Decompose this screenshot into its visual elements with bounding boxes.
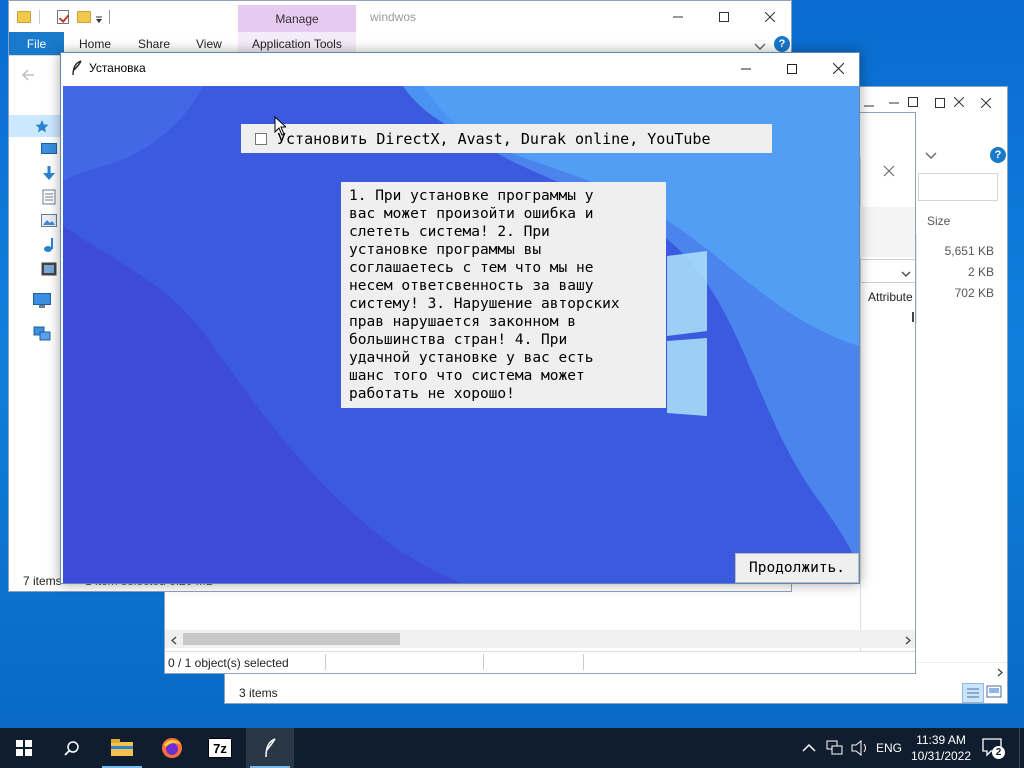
- music-icon[interactable]: [42, 237, 56, 256]
- clock-date: 10/31/2022: [910, 749, 972, 763]
- language-indicator[interactable]: ENG: [876, 741, 902, 755]
- text-cursor: [912, 312, 914, 322]
- divider: [483, 654, 484, 670]
- checkbox-label: Установить DirectX, Avast, Durak online,…: [277, 129, 711, 148]
- close-button[interactable]: [815, 53, 861, 84]
- close-icon[interactable]: [883, 165, 895, 180]
- maximize-icon[interactable]: [908, 96, 918, 110]
- desktop-icon[interactable]: [41, 143, 57, 158]
- horizontal-scrollbar[interactable]: [165, 630, 915, 648]
- title-bar[interactable]: Manage windwos: [9, 1, 791, 32]
- close-button[interactable]: [747, 1, 791, 32]
- panel: [860, 207, 915, 257]
- folder-icon[interactable]: [17, 10, 31, 23]
- help-icon[interactable]: ?: [990, 147, 1006, 163]
- divider: [325, 654, 326, 670]
- size-column-header[interactable]: Size: [927, 214, 950, 228]
- divider: [39, 10, 40, 24]
- window-title: windwos: [370, 10, 417, 24]
- maximize-button[interactable]: [701, 1, 747, 32]
- feather-icon: [71, 60, 83, 79]
- dialog-title: Установка: [89, 61, 146, 75]
- divider: [916, 234, 917, 324]
- status-item-count: 3 items: [239, 686, 278, 700]
- clock-time: 11:39 AM: [916, 733, 966, 747]
- file-explorer-icon: [111, 739, 133, 756]
- new-folder-icon[interactable]: [77, 10, 91, 23]
- customize-toolbar-icon[interactable]: [95, 13, 103, 27]
- chevron-down-icon: [901, 267, 911, 281]
- file-size: 2 KB: [967, 265, 994, 279]
- clock[interactable]: 11:39 AM 10/31/2022: [906, 732, 976, 764]
- start-button[interactable]: [0, 728, 48, 768]
- volume-icon[interactable]: [851, 739, 869, 759]
- search-icon: [64, 741, 79, 756]
- videos-icon[interactable]: [41, 262, 57, 279]
- this-pc-icon[interactable]: [33, 293, 51, 312]
- search-button[interactable]: [48, 728, 96, 768]
- notification-count-badge: 2: [992, 746, 1005, 759]
- dialog-title-bar[interactable]: Установка: [61, 53, 859, 86]
- setup-dialog[interactable]: Установка Установить DirectX, Avast, Dur…: [60, 52, 860, 584]
- documents-icon[interactable]: [42, 189, 56, 208]
- scroll-right-icon[interactable]: [905, 634, 911, 648]
- divider: [583, 654, 584, 670]
- network-tray-icon[interactable]: [826, 740, 844, 759]
- close-icon[interactable]: [953, 96, 965, 110]
- star-icon: [35, 119, 49, 136]
- install-extras-checkbox-row[interactable]: Установить DirectX, Avast, Durak online,…: [241, 124, 772, 153]
- search-input[interactable]: [918, 173, 998, 201]
- dropdown-select[interactable]: [860, 259, 915, 283]
- feather-app-icon: [265, 738, 276, 758]
- taskbar: 7z ENG 11:39 AM 10/31/2022 2: [0, 728, 1024, 768]
- downloads-icon[interactable]: [42, 165, 56, 184]
- tab-file[interactable]: File: [9, 32, 64, 55]
- pictures-icon[interactable]: [41, 214, 57, 230]
- continue-button[interactable]: Продолжить.: [735, 553, 859, 583]
- large-icons-view-icon[interactable]: [986, 685, 1002, 702]
- attribute-column-header[interactable]: Attribute: [868, 290, 913, 304]
- status-item-count: 7 items: [23, 574, 62, 588]
- terms-text: 1. При установке программы у вас может п…: [341, 182, 666, 408]
- minimize-button[interactable]: [655, 1, 701, 32]
- 7zip-icon: 7z: [208, 738, 232, 758]
- quick-access-toolbar: [9, 1, 110, 32]
- minimize-icon[interactable]: [864, 100, 874, 114]
- properties-icon[interactable]: [57, 9, 69, 24]
- divider: [109, 10, 110, 24]
- maximize-button[interactable]: [769, 53, 815, 84]
- mouse-cursor-icon: [274, 115, 288, 139]
- scroll-left-icon[interactable]: [171, 634, 177, 648]
- background-wallpaper: Установить DirectX, Avast, Durak online,…: [63, 86, 859, 583]
- network-icon[interactable]: [33, 326, 51, 345]
- show-hidden-icons-icon[interactable]: [802, 741, 816, 755]
- file-size: 702 KB: [954, 286, 994, 300]
- minimize-button[interactable]: [723, 53, 769, 84]
- scroll-thumb[interactable]: [183, 633, 400, 645]
- taskbar-firefox[interactable]: [148, 728, 196, 768]
- nav-item-quick-access[interactable]: [9, 115, 61, 137]
- install-extras-checkbox[interactable]: [255, 132, 267, 145]
- taskbar-setup-app[interactable]: [246, 728, 294, 768]
- file-size: 5,651 KB: [944, 244, 994, 258]
- firefox-icon: [162, 738, 182, 758]
- notifications-button[interactable]: 2: [982, 738, 1005, 761]
- window-controls-back[interactable]: [858, 96, 982, 114]
- taskbar-7zip[interactable]: 7z: [196, 728, 244, 768]
- status-selection: 0 / 1 object(s) selected: [168, 656, 289, 670]
- start-icon: [16, 740, 32, 756]
- scroll-right-icon[interactable]: [997, 666, 1003, 680]
- help-icon[interactable]: ?: [774, 36, 790, 52]
- status-bar: 0 / 1 object(s) selected: [165, 651, 915, 673]
- manage-context-tab[interactable]: Manage: [238, 5, 356, 32]
- show-desktop-button[interactable]: [1019, 728, 1024, 768]
- details-view-icon[interactable]: [962, 683, 984, 703]
- taskbar-file-explorer[interactable]: [98, 728, 146, 768]
- chevron-down-icon[interactable]: [925, 149, 937, 163]
- back-arrow-icon[interactable]: [21, 69, 35, 84]
